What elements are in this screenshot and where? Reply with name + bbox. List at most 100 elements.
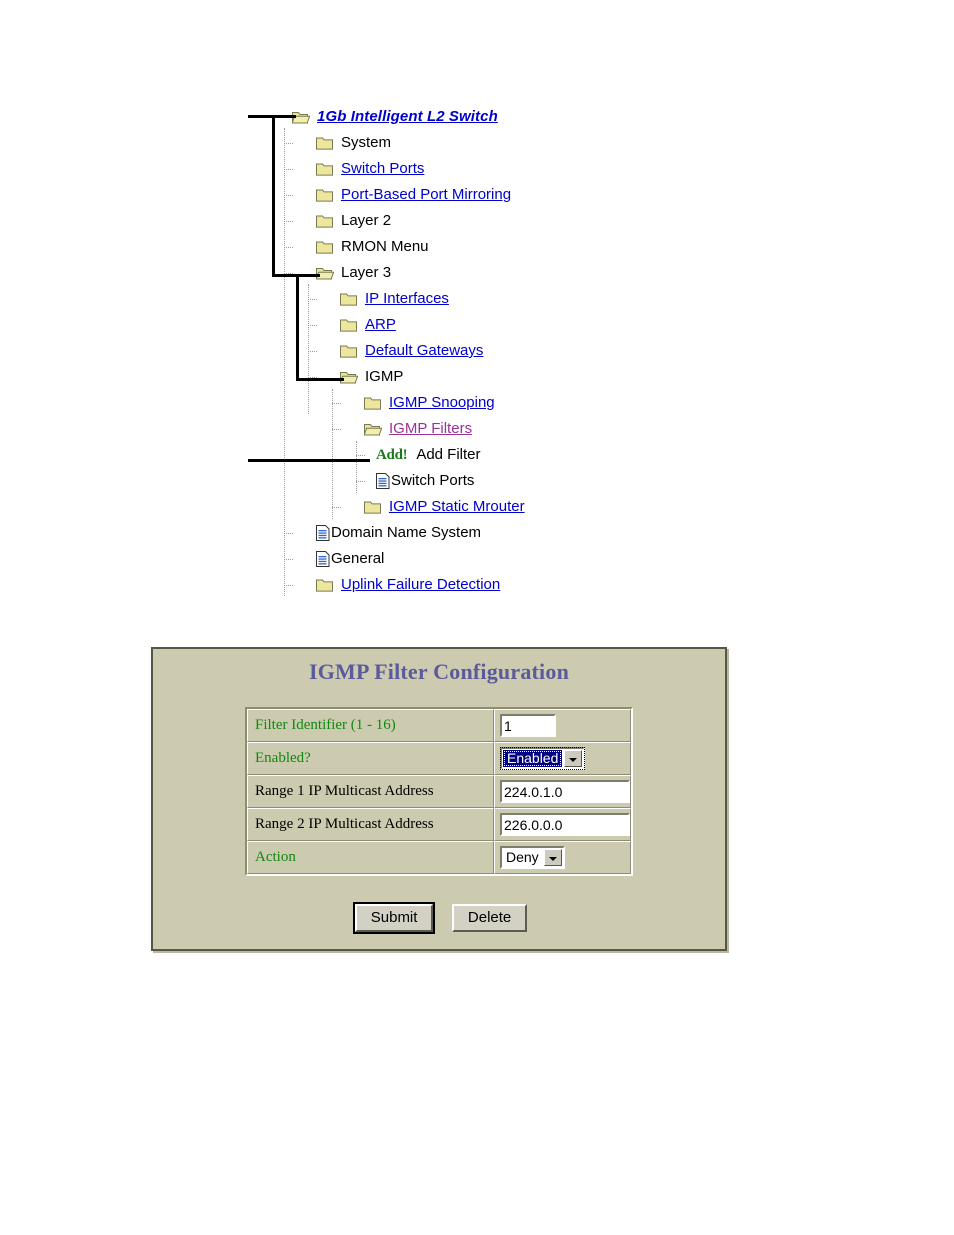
tree-elbow-connector [284,559,293,560]
add-bang-icon: Add! [376,447,408,463]
navigation-tree: 1Gb Intelligent L2 Switch System Switch Po… [248,104,668,598]
form-row: Filter Identifier (1 - 16) [247,709,631,742]
annotation-line-vertical [272,115,275,277]
tree-elbow-connector [284,247,293,248]
tree-item-label[interactable]: Switch Ports [341,160,424,177]
annotation-line-addfilter [248,459,370,462]
delete-button[interactable]: Delete [451,904,528,932]
folder-icon [340,292,358,306]
form-row-label: Range 2 IP Multicast Address [247,808,494,841]
tree-elbow-connector [332,403,341,404]
tree-item-rmon-menu[interactable]: RMON Menu [248,234,668,260]
form-row: Range 1 IP Multicast Address [247,775,631,808]
tree-elbow-connector [284,533,293,534]
annotation-line-vertical2 [296,274,299,380]
tree-item-igmp-static-mrouter[interactable]: IGMP Static Mrouter [248,494,668,520]
document-icon [316,525,330,541]
select-enabled[interactable]: Enabled [500,747,586,770]
tree-item-port-based-port-mirroring[interactable]: Port-Based Port Mirroring [248,182,668,208]
tree-item-label[interactable]: 1Gb Intelligent L2 Switch [317,108,498,125]
form-row-label: Enabled? [247,742,494,775]
form-row-control-cell: Enabled [494,742,631,775]
tree-item-switch-ports[interactable]: Switch Ports [248,468,668,494]
tree-elbow-connector [284,585,293,586]
configuration-form-table: Filter Identifier (1 - 16)Enabled?Enable… [245,707,633,876]
tree-elbow-connector [284,169,293,170]
open-folder-icon [316,266,334,280]
tree-item-label: IGMP [365,368,404,386]
submit-button[interactable]: Submit [354,904,434,932]
tree-item-label[interactable]: IP Interfaces [365,290,449,307]
tree-elbow-connector [284,195,293,196]
input-range-1-ip-multicast-address[interactable] [500,780,630,803]
folder-icon [340,318,358,332]
tree-item-default-gateways[interactable]: Default Gateways [248,338,668,364]
tree-item-domain-name-system[interactable]: Domain Name System [248,520,668,546]
folder-icon [316,214,334,228]
igmp-filter-configuration-panel: IGMP Filter Configuration Filter Identif… [151,647,727,951]
tree-item-label: Domain Name System [331,524,482,542]
chevron-down-icon[interactable] [543,849,562,866]
tree-item-label[interactable]: IGMP Snooping [389,394,495,411]
annotation-line-igmp [296,378,344,381]
tree-elbow-connector [332,507,341,508]
tree-item-system[interactable]: System [248,130,668,156]
tree-elbow-connector [308,325,317,326]
folder-icon [316,578,334,592]
tree-item-label[interactable]: ARP [365,316,396,333]
input-filter-identifier-1-16[interactable] [500,714,556,737]
tree-item-general[interactable]: General [248,546,668,572]
tree-item-arp[interactable]: ARP [248,312,668,338]
folder-icon [340,344,358,358]
tree-item-label: System [341,134,392,152]
form-row-label: Action [247,841,494,874]
select-value: Enabled [503,750,563,767]
form-row-control-cell [494,775,631,808]
tree-item-label[interactable]: Default Gateways [365,342,483,359]
chevron-down-icon[interactable] [564,750,583,767]
form-row-control-cell [494,709,631,742]
tree-item-ip-interfaces[interactable]: IP Interfaces [248,286,668,312]
tree-item-1gb-intelligent-l2-switch[interactable]: 1Gb Intelligent L2 Switch [248,104,668,130]
folder-icon [364,396,382,410]
tree-elbow-connector [332,429,341,430]
form-row-label: Range 1 IP Multicast Address [247,775,494,808]
tree-elbow-connector [284,143,293,144]
tree-item-label: Add Filter [416,446,481,464]
input-range-2-ip-multicast-address[interactable] [500,813,630,836]
tree-item-label[interactable]: IGMP Static Mrouter [389,498,525,515]
folder-icon [316,188,334,202]
tree-elbow-connector [284,221,293,222]
folder-icon [364,500,382,514]
form-row: Action Deny [247,841,631,874]
tree-item-label: RMON Menu [341,238,429,256]
tree-item-add-filter[interactable]: Add! Add Filter [248,442,668,468]
tree-item-uplink-failure-detection[interactable]: Uplink Failure Detection [248,572,668,598]
select-action[interactable]: Deny [500,846,565,869]
tree-elbow-connector [308,351,317,352]
document-icon [376,473,390,489]
tree-elbow-connector [308,299,317,300]
tree-item-igmp[interactable]: IGMP [248,364,668,390]
tree-item-igmp-snooping[interactable]: IGMP Snooping [248,390,668,416]
tree-item-label: Layer 2 [341,212,392,230]
tree-item-label: Layer 3 [341,264,392,282]
tree-item-layer-2[interactable]: Layer 2 [248,208,668,234]
tree-item-label: General [331,550,385,568]
tree-item-switch-ports[interactable]: Switch Ports [248,156,668,182]
select-value: Deny [506,849,539,865]
tree-item-label[interactable]: IGMP Filters [389,420,472,437]
page-title: IGMP Filter Configuration [308,659,570,684]
folder-icon [316,240,334,254]
form-row: Enabled? Enabled [247,742,631,775]
folder-icon [316,136,334,150]
tree-item-label: Switch Ports [391,472,475,490]
tree-item-label[interactable]: Port-Based Port Mirroring [341,186,511,203]
tree-item-label[interactable]: Uplink Failure Detection [341,576,500,593]
tree-item-igmp-filters[interactable]: IGMP Filters [248,416,668,442]
document-icon [316,551,330,567]
tree-item-layer-3[interactable]: Layer 3 [248,260,668,286]
folder-icon [316,162,334,176]
tree-elbow-connector [356,455,365,456]
open-folder-icon [340,370,358,384]
